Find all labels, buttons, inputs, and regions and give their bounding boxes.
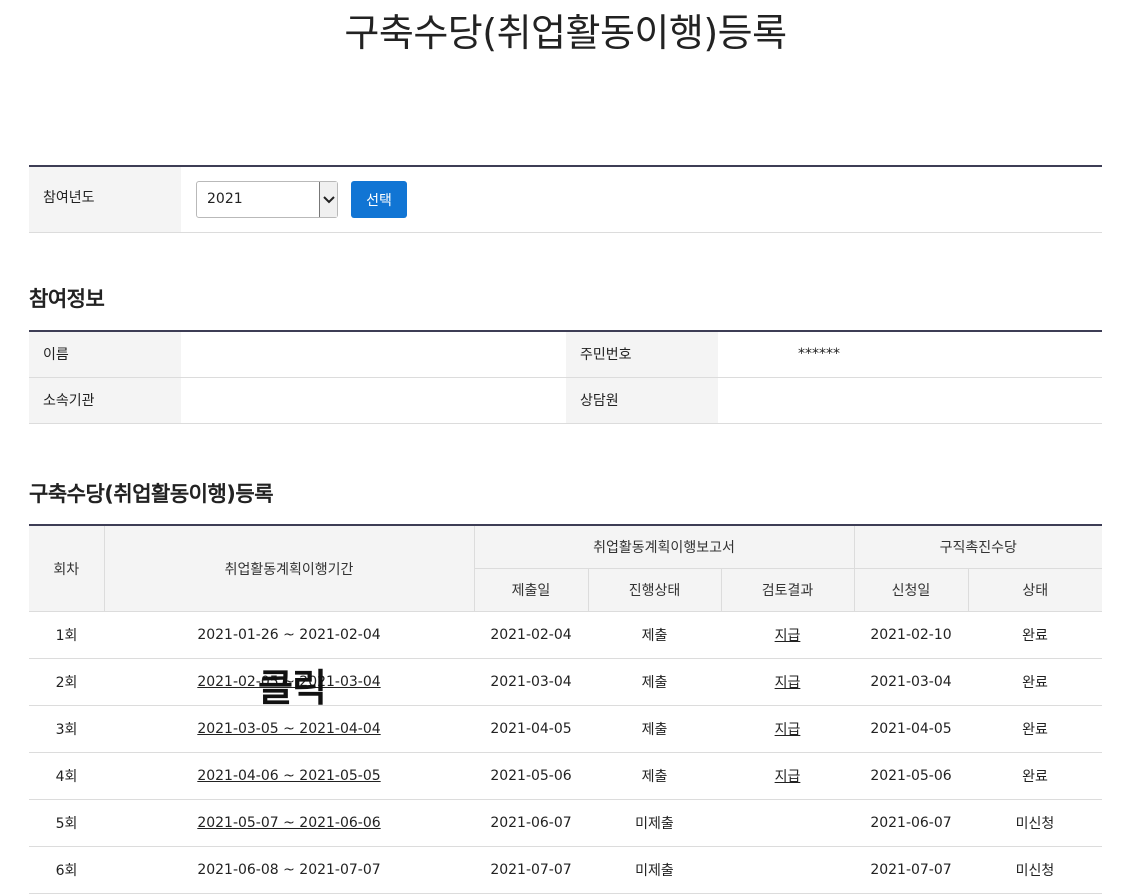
- status-cell: 완료: [968, 752, 1102, 800]
- review-cell-link[interactable]: 지급: [775, 769, 801, 785]
- year-label: 참여년도: [29, 167, 181, 232]
- progress-cell: 제출: [588, 658, 721, 706]
- status-cell: 미신청: [968, 846, 1102, 894]
- apply-date-cell: 2021-06-07: [854, 799, 968, 847]
- period-cell-link[interactable]: 2021-04-06 ~ 2021-05-05: [197, 768, 380, 784]
- rrn-value: ******: [718, 331, 1102, 378]
- review-cell[interactable]: 지급: [721, 611, 854, 659]
- status-cell: 미신청: [968, 799, 1102, 847]
- round-cell: 6회: [29, 846, 104, 894]
- period-cell[interactable]: 2021-05-07 ~ 2021-06-06: [104, 799, 474, 847]
- round-cell: 3회: [29, 705, 104, 753]
- org-value: [181, 377, 566, 424]
- status-cell: 완료: [968, 658, 1102, 706]
- period-cell: 2021-01-26 ~ 2021-02-04: [104, 611, 474, 659]
- registration-section-title: 구축수당(취업활동이행)등록: [29, 482, 274, 506]
- click-annotation: 클릭: [258, 666, 327, 710]
- org-label: 소속기관: [29, 377, 181, 424]
- apply-date-cell: 2021-05-06: [854, 752, 968, 800]
- progress-cell: 미제출: [588, 799, 721, 847]
- registration-table: 회차 취업활동계획이행기간 취업활동계획이행보고서 구직촉진수당 제출일 진행상…: [29, 524, 1102, 894]
- name-label: 이름: [29, 331, 181, 378]
- header-submit-date: 제출일: [474, 568, 589, 612]
- submit-date-cell: 2021-06-07: [474, 799, 588, 847]
- progress-cell: 제출: [588, 611, 721, 659]
- progress-cell: 미제출: [588, 846, 721, 894]
- header-allowance-group: 구직촉진수당: [853, 525, 1102, 569]
- year-select-value: 2021: [207, 191, 243, 207]
- submit-date-cell: 2021-05-06: [474, 752, 588, 800]
- year-select[interactable]: 2021: [196, 181, 338, 218]
- year-selector-panel: 참여년도 2021 선택: [29, 165, 1102, 233]
- round-cell: 1회: [29, 611, 104, 659]
- apply-date-cell: 2021-07-07: [854, 846, 968, 894]
- period-cell[interactable]: 2021-03-05 ~ 2021-04-04: [104, 705, 474, 753]
- progress-cell: 제출: [588, 705, 721, 753]
- review-cell-link[interactable]: 지급: [775, 722, 801, 738]
- round-cell: 2회: [29, 658, 104, 706]
- period-cell-link[interactable]: 2021-03-05 ~ 2021-04-04: [197, 721, 380, 737]
- apply-date-cell: 2021-03-04: [854, 658, 968, 706]
- review-cell: [721, 846, 854, 894]
- counselor-label: 상담원: [566, 377, 718, 424]
- apply-date-cell: 2021-02-10: [854, 611, 968, 659]
- table-row: 4회 2021-04-06 ~ 2021-05-05 2021-05-06 제출 지급 2…: [29, 752, 1102, 800]
- submit-date-cell: 2021-04-05: [474, 705, 588, 753]
- counselor-value: [718, 377, 1102, 424]
- rrn-label: 주민번호: [566, 331, 718, 378]
- info-section-title: 참여정보: [29, 287, 105, 311]
- header-apply-date: 신청일: [853, 568, 969, 612]
- review-cell: [721, 799, 854, 847]
- submit-date-cell: 2021-02-04: [474, 611, 588, 659]
- status-cell: 완료: [968, 611, 1102, 659]
- table-row: 3회 2021-03-05 ~ 2021-04-04 2021-04-05 제출 지급 2…: [29, 705, 1102, 753]
- table-row: 6회 2021-06-08 ~ 2021-07-07 2021-07-07 미제출 20…: [29, 846, 1102, 894]
- submit-date-cell: 2021-03-04: [474, 658, 588, 706]
- review-cell-link[interactable]: 지급: [775, 628, 801, 644]
- period-cell[interactable]: 2021-04-06 ~ 2021-05-05: [104, 752, 474, 800]
- header-report-group: 취업활동계획이행보고서: [473, 525, 855, 569]
- status-cell: 완료: [968, 705, 1102, 753]
- review-cell-link[interactable]: 지급: [775, 675, 801, 691]
- progress-cell: 제출: [588, 752, 721, 800]
- header-review: 검토결과: [720, 568, 855, 612]
- period-cell-link[interactable]: 2021-05-07 ~ 2021-06-06: [197, 815, 380, 831]
- header-round: 회차: [29, 525, 105, 612]
- table-row: 5회 2021-05-07 ~ 2021-06-06 2021-06-07 미제출 20…: [29, 799, 1102, 847]
- header-progress: 진행상태: [587, 568, 722, 612]
- page-title: 구축수당(취업활동이행)등록: [344, 11, 787, 55]
- header-status: 상태: [967, 568, 1102, 612]
- review-cell[interactable]: 지급: [721, 658, 854, 706]
- participant-info-table: 이름 주민번호 ****** 소속기관 상담원: [29, 330, 1102, 424]
- header-period: 취업활동계획이행기간: [103, 525, 475, 612]
- apply-date-cell: 2021-04-05: [854, 705, 968, 753]
- period-cell: 2021-06-08 ~ 2021-07-07: [104, 846, 474, 894]
- review-cell[interactable]: 지급: [721, 705, 854, 753]
- round-cell: 4회: [29, 752, 104, 800]
- table-row: 1회 2021-01-26 ~ 2021-02-04 2021-02-04 제출 지급 2…: [29, 611, 1102, 659]
- review-cell[interactable]: 지급: [721, 752, 854, 800]
- chevron-down-icon[interactable]: [319, 182, 337, 217]
- registration-rows: 1회 2021-01-26 ~ 2021-02-04 2021-02-04 제출 지급 2…: [29, 611, 1102, 894]
- round-cell: 5회: [29, 799, 104, 847]
- select-year-button[interactable]: 선택: [351, 181, 407, 218]
- table-row: 2회 2021-02-05 ~ 2021-03-04 2021-03-04 제출 지급 2…: [29, 658, 1102, 706]
- name-value: [181, 331, 566, 378]
- submit-date-cell: 2021-07-07: [474, 846, 588, 894]
